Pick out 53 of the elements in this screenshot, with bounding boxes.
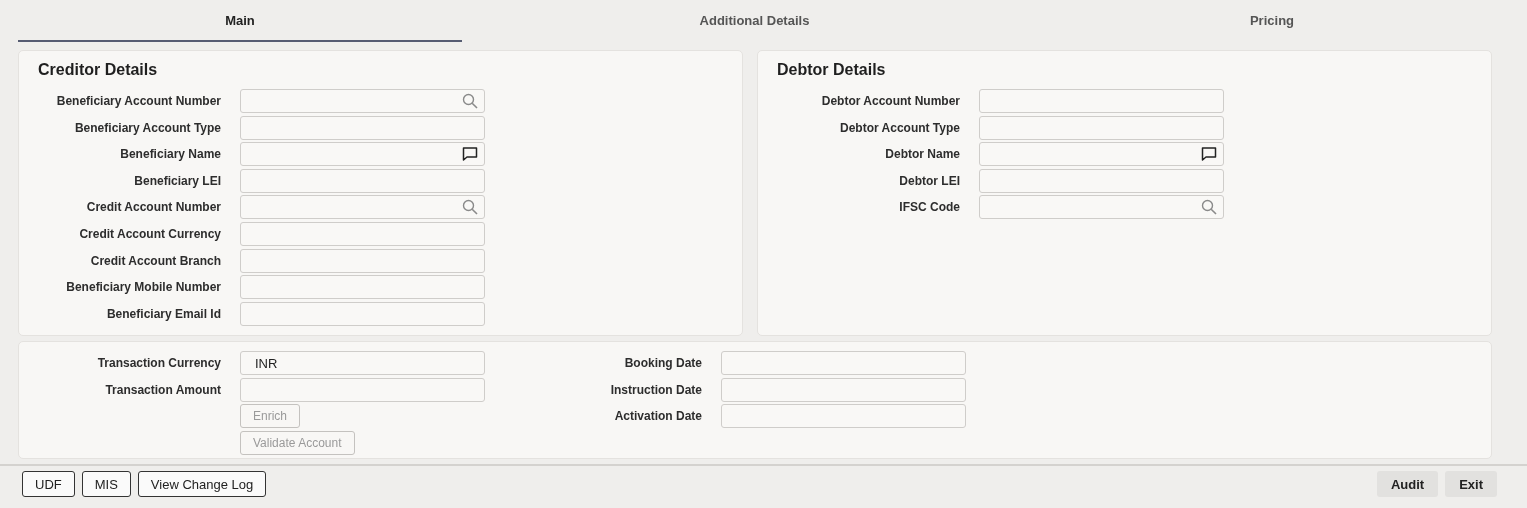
input-field[interactable] — [979, 115, 1224, 140]
input-field[interactable] — [721, 404, 966, 429]
search-icon[interactable] — [462, 199, 478, 216]
tab[interactable]: Additional Details — [462, 0, 1047, 42]
field-label: Transaction Currency — [96, 356, 221, 370]
input-field[interactable] — [979, 142, 1224, 167]
section-title: Debtor Details — [776, 61, 887, 80]
field-label: Credit Account Number — [85, 200, 221, 215]
field-label: Credit Account Branch — [89, 253, 221, 268]
field-label: Booking Date — [623, 356, 702, 370]
field-label: Beneficiary Account Type — [73, 120, 221, 135]
input-field[interactable] — [721, 351, 966, 375]
field-label: Debtor Account Number — [820, 94, 960, 108]
message-icon[interactable] — [462, 146, 478, 163]
input-field[interactable] — [240, 142, 485, 167]
tab[interactable]: Main — [18, 0, 462, 42]
tab[interactable]: Pricing — [1047, 0, 1497, 42]
field-label: Instruction Date — [609, 382, 702, 397]
field-label: Debtor Account Type — [839, 120, 960, 135]
field-label: Credit Account Currency — [78, 226, 221, 241]
input-field[interactable] — [240, 89, 485, 113]
input-field[interactable] — [240, 115, 485, 140]
section-title: Creditor Details — [37, 61, 159, 80]
field-label: Beneficiary Account Number — [55, 94, 221, 108]
footer-button[interactable]: Exit — [1445, 471, 1497, 497]
footer-button[interactable]: Audit — [1376, 471, 1439, 497]
input-field[interactable] — [721, 377, 966, 402]
field-label: IFSC Code — [898, 200, 960, 215]
field-label: Beneficiary LEI — [133, 173, 221, 188]
field-label: Transaction Amount — [104, 382, 221, 397]
field-label: Beneficiary Mobile Number — [65, 280, 221, 295]
input-field[interactable] — [240, 195, 485, 220]
footer-button[interactable]: View Change Log — [137, 471, 267, 497]
input-field[interactable] — [240, 248, 485, 273]
input-field[interactable] — [240, 168, 485, 193]
footer-button[interactable]: UDF — [22, 471, 75, 497]
field-label: Beneficiary Email Id — [105, 306, 221, 321]
input-field[interactable]: INR — [240, 351, 485, 375]
input-field[interactable] — [240, 377, 485, 402]
field-label: Activation Date — [613, 409, 702, 424]
message-icon[interactable] — [1201, 146, 1217, 163]
search-icon[interactable] — [1201, 199, 1217, 216]
search-icon[interactable] — [462, 93, 478, 109]
field-label: Debtor LEI — [898, 173, 960, 188]
input-field[interactable] — [979, 89, 1224, 113]
field-label: Debtor Name — [884, 147, 960, 162]
field-label: Beneficiary Name — [119, 147, 221, 162]
footer-button[interactable]: MIS — [81, 471, 131, 497]
input-field[interactable] — [240, 221, 485, 246]
input-field[interactable] — [979, 195, 1224, 220]
input-field[interactable] — [240, 275, 485, 300]
input-field[interactable] — [979, 168, 1224, 193]
input-field[interactable] — [240, 301, 485, 326]
